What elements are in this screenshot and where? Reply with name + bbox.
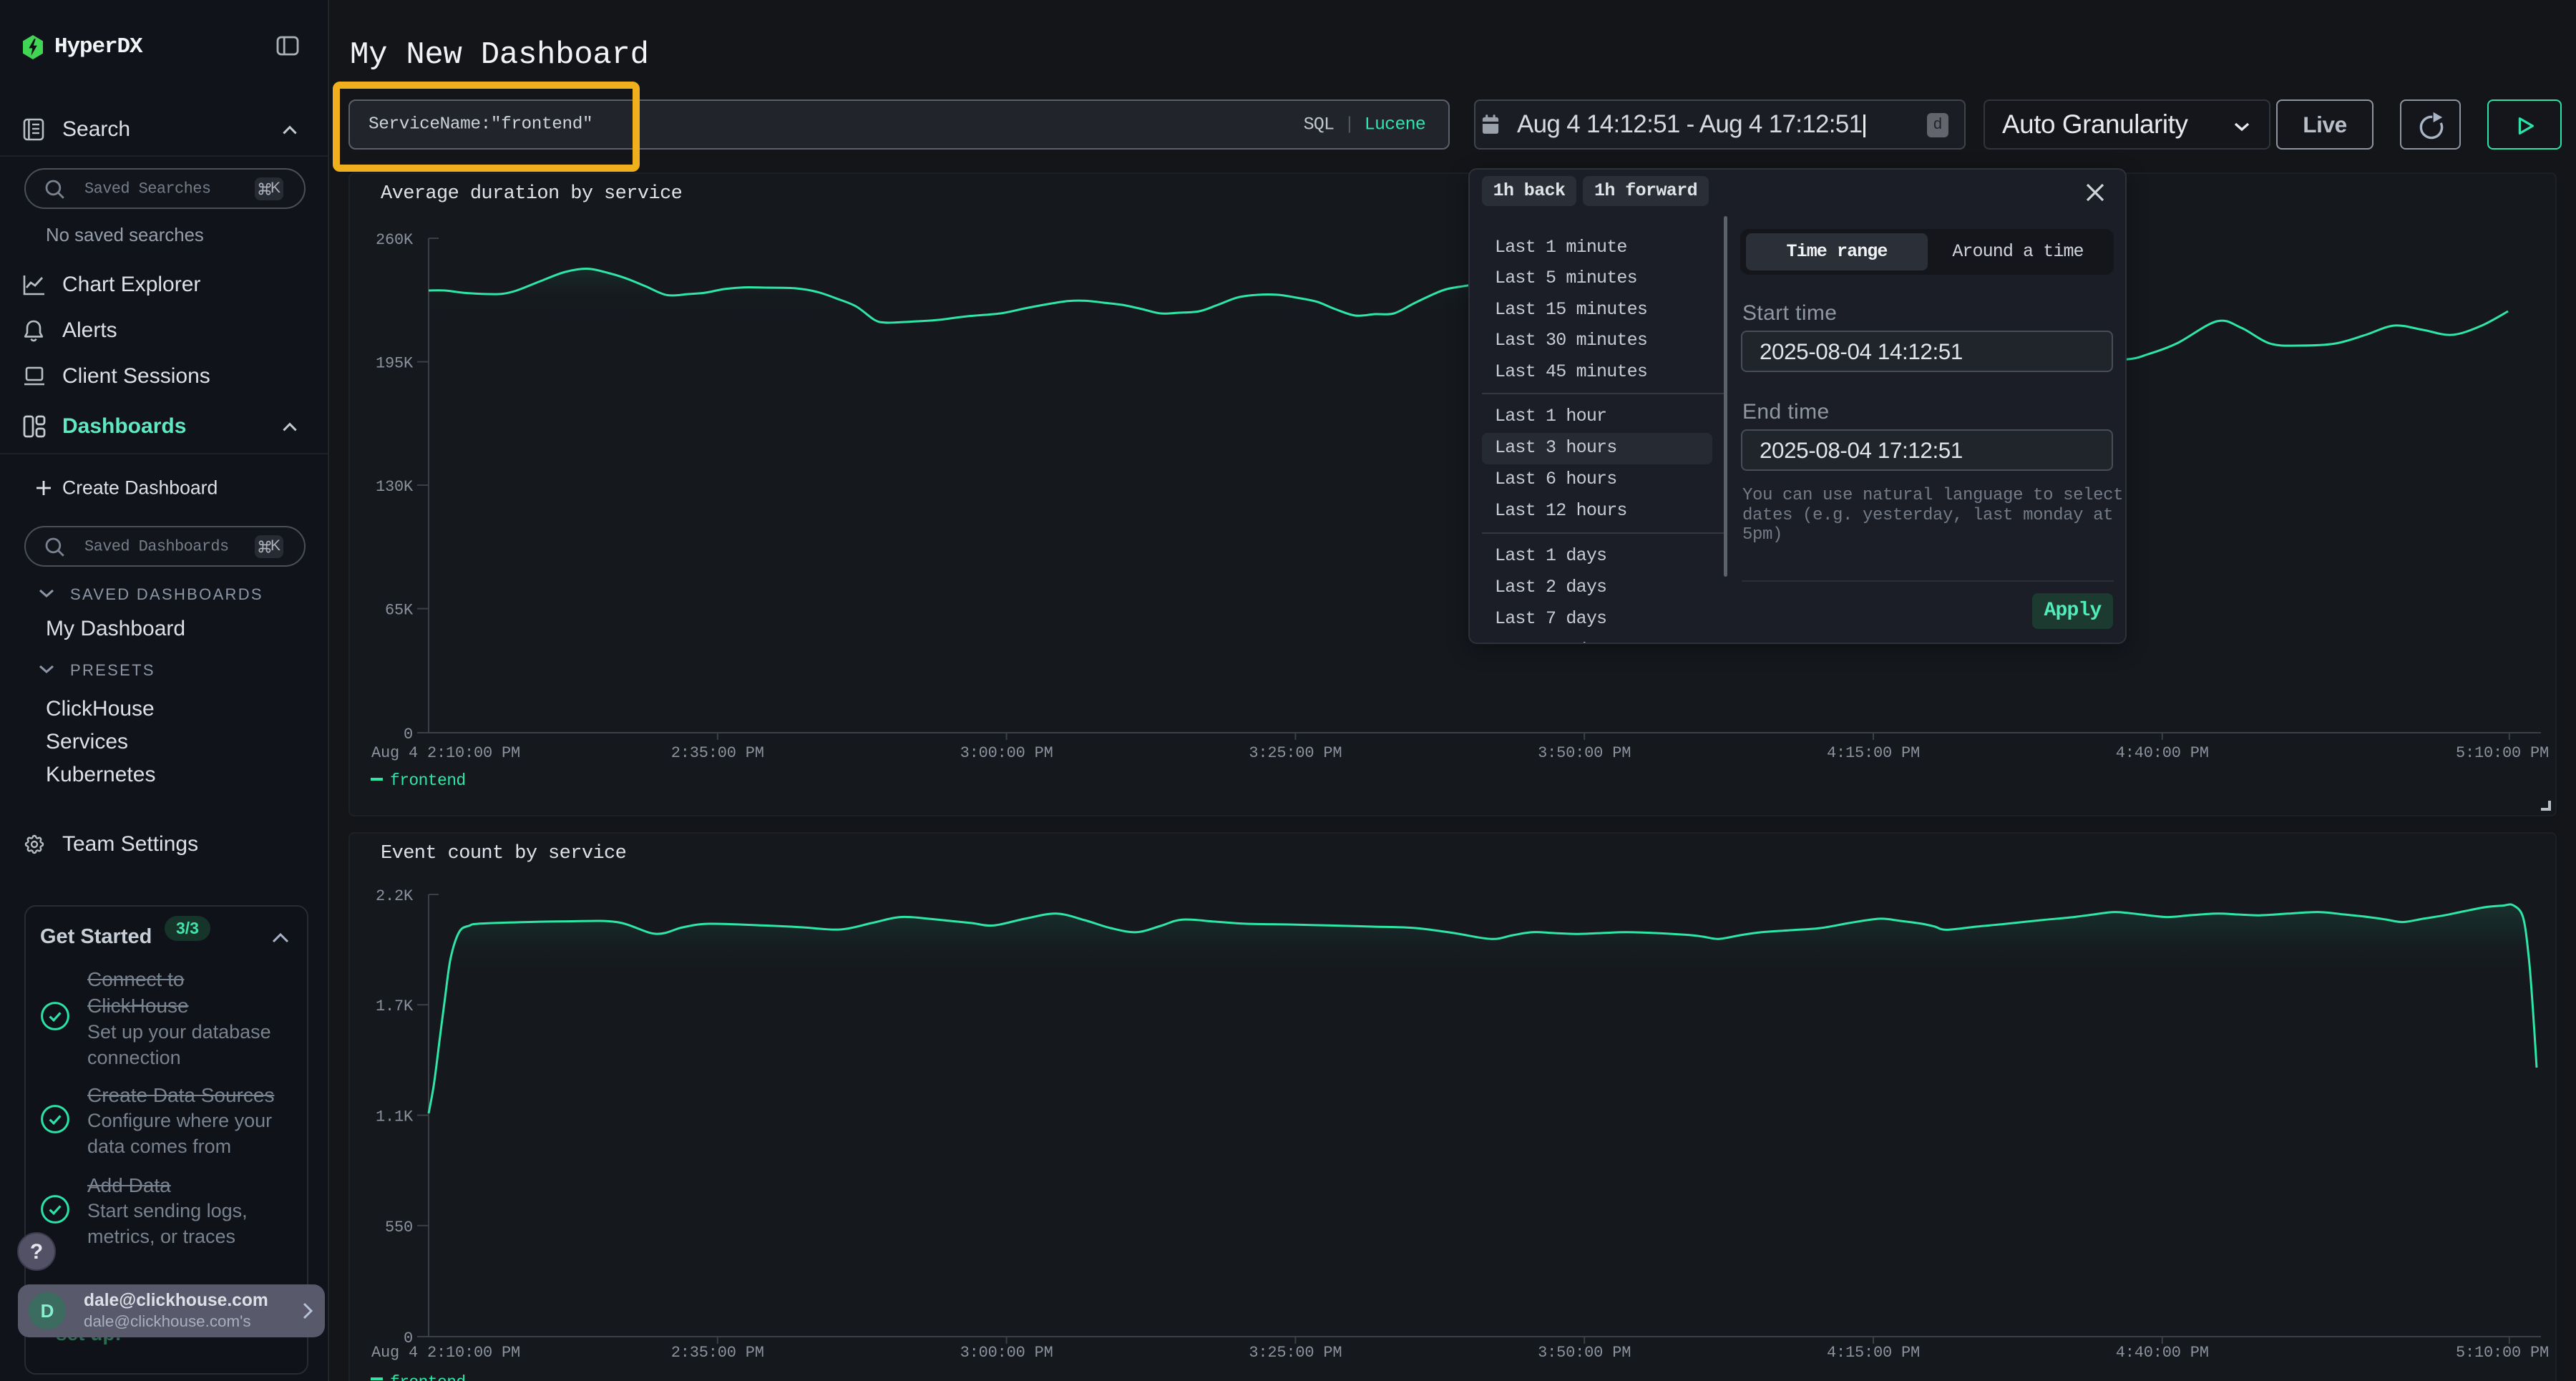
svg-text:1.1K: 1.1K (376, 1108, 414, 1126)
svg-text:Aug 4 2:10:00 PM: Aug 4 2:10:00 PM (371, 1344, 520, 1362)
svg-text:4:40:00 PM: 4:40:00 PM (2116, 744, 2209, 762)
svg-text:195K: 195K (376, 355, 414, 373)
svg-text:0: 0 (404, 726, 413, 743)
svg-text:frontend: frontend (390, 771, 466, 790)
svg-text:frontend: frontend (390, 1373, 466, 1381)
svg-text:550: 550 (385, 1219, 413, 1236)
svg-text:4:15:00 PM: 4:15:00 PM (1827, 1344, 1920, 1362)
svg-text:2.2K: 2.2K (376, 887, 414, 905)
svg-text:Aug 4 2:10:00 PM: Aug 4 2:10:00 PM (371, 744, 520, 762)
svg-text:130K: 130K (376, 478, 414, 496)
svg-text:3:25:00 PM: 3:25:00 PM (1249, 744, 1342, 762)
svg-text:1.7K: 1.7K (376, 997, 414, 1015)
svg-text:3:00:00 PM: 3:00:00 PM (960, 744, 1053, 762)
svg-text:2:35:00 PM: 2:35:00 PM (671, 1344, 764, 1362)
svg-text:5:10:00 PM: 5:10:00 PM (2456, 1344, 2549, 1362)
svg-text:3:50:00 PM: 3:50:00 PM (1538, 744, 1631, 762)
svg-text:3:50:00 PM: 3:50:00 PM (1538, 1344, 1631, 1362)
svg-text:4:15:00 PM: 4:15:00 PM (1827, 744, 1920, 762)
svg-text:2:35:00 PM: 2:35:00 PM (671, 744, 764, 762)
svg-text:3:25:00 PM: 3:25:00 PM (1249, 1344, 1342, 1362)
svg-text:3:00:00 PM: 3:00:00 PM (960, 1344, 1053, 1362)
svg-text:65K: 65K (385, 602, 414, 620)
svg-text:5:10:00 PM: 5:10:00 PM (2456, 744, 2549, 762)
svg-text:260K: 260K (376, 231, 414, 249)
svg-text:4:40:00 PM: 4:40:00 PM (2116, 1344, 2209, 1362)
